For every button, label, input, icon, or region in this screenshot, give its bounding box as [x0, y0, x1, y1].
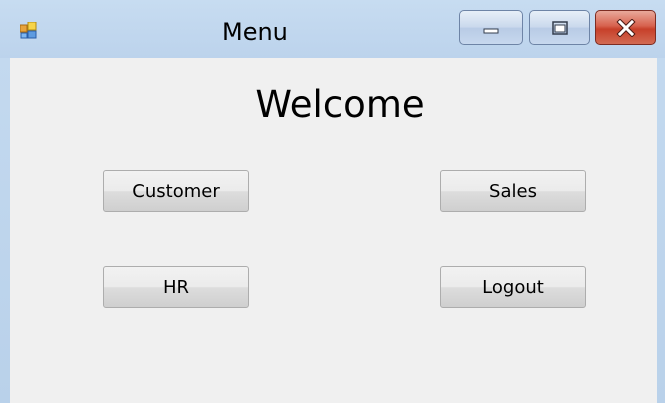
window-title: Menu — [222, 18, 288, 46]
title-bar[interactable]: Menu — [0, 0, 665, 58]
logout-button[interactable]: Logout — [440, 266, 586, 308]
window-left-border — [0, 58, 10, 403]
close-button[interactable] — [595, 10, 656, 45]
minimize-icon — [483, 28, 499, 33]
hr-button[interactable]: HR — [103, 266, 249, 308]
minimize-button[interactable] — [459, 10, 523, 45]
menu-window: Menu Welcome Customer Sales HR Logout — [0, 0, 665, 403]
close-icon — [615, 18, 636, 37]
customer-button[interactable]: Customer — [103, 170, 249, 212]
maximize-button[interactable] — [529, 10, 590, 45]
sales-button[interactable]: Sales — [440, 170, 586, 212]
form-client-area: Welcome Customer Sales HR Logout — [10, 58, 657, 403]
app-form-icon — [20, 22, 37, 39]
maximize-icon — [551, 20, 568, 35]
welcome-heading: Welcome — [255, 83, 425, 126]
